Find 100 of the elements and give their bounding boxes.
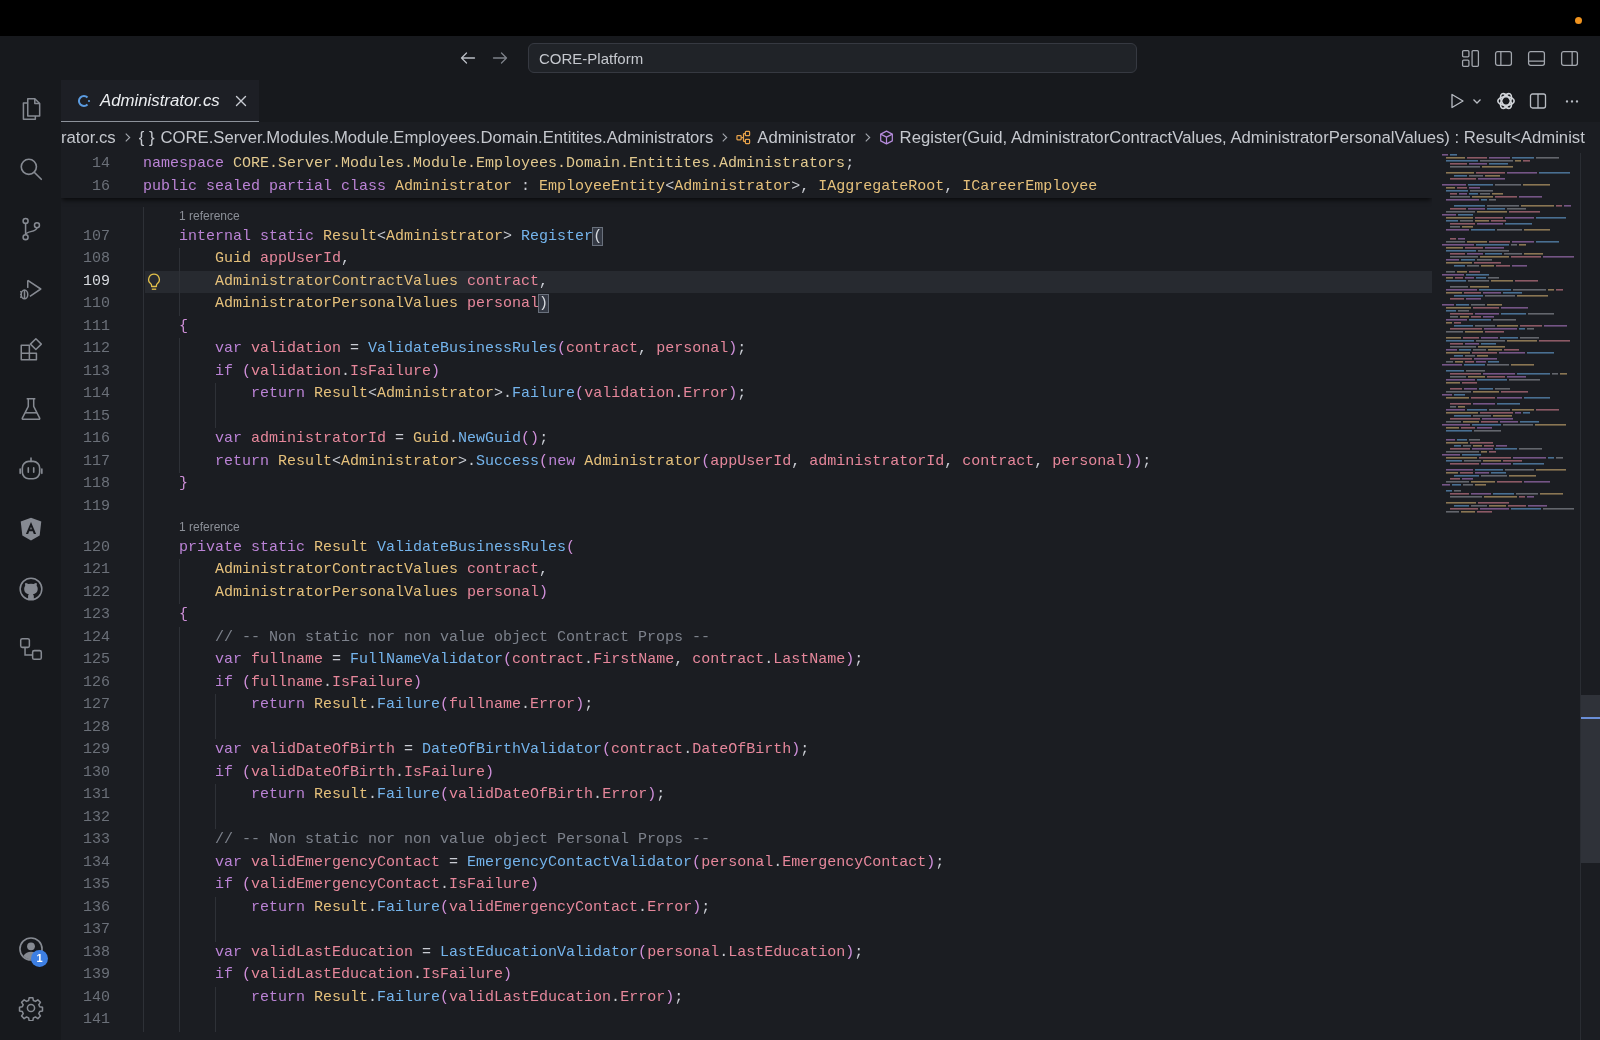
braces-icon: { } — [138, 127, 155, 148]
code-line: var validDateOfBirth = DateOfBirthValidator(contract.DateOfBirth); — [215, 740, 810, 761]
code-line: var fullname = FullNameValidator(contract.FirstName, contract.LastName); — [215, 650, 864, 671]
cat-circle-icon[interactable] — [17, 576, 44, 602]
code-line: return Result.Failure(fullname.Error); — [251, 695, 594, 716]
line-number: 136 — [82, 897, 110, 918]
line-number: 120 — [82, 537, 110, 558]
code-line: Guid appUserId, — [215, 249, 351, 270]
class-symbol-icon — [736, 130, 752, 145]
code-line: AdministratorPersonalValues personal) — [215, 294, 549, 315]
close-icon[interactable] — [235, 95, 247, 107]
line-number: 125 — [82, 650, 110, 671]
reference-count-link[interactable]: 1 reference — [179, 520, 240, 535]
code-line: if (validLastEducation.IsFailure) — [215, 965, 513, 986]
breadcrumb[interactable]: Administrator — [736, 127, 856, 148]
connected-squares-icon[interactable] — [17, 636, 44, 662]
robot-icon[interactable] — [17, 456, 44, 482]
panel-bottom-icon[interactable] — [1527, 48, 1546, 68]
code-line: private static Result ValidateBusinessRules( — [179, 537, 576, 558]
code-line: return Result.Failure(validEmergencyContact.Error); — [251, 897, 711, 918]
line-number: 121 — [82, 560, 110, 581]
more-icon[interactable] — [1564, 98, 1580, 104]
line-number: 111 — [82, 316, 110, 337]
chevron-right-icon — [123, 132, 131, 143]
code-line: if (fullname.IsFailure) — [215, 672, 423, 693]
code-line: return Result<Administrator>.Failure(validation.Error); — [251, 384, 747, 405]
line-number: 107 — [82, 226, 110, 247]
code-line: // -- Non static nor non value object Personal Props -- — [215, 830, 711, 851]
line-number: 135 — [82, 875, 110, 896]
lightbulb-icon[interactable] — [146, 272, 162, 291]
code-line: { — [179, 316, 188, 337]
command-center[interactable]: CORE-Platform — [528, 43, 1137, 73]
sidebar-right-icon[interactable] — [1560, 48, 1579, 68]
line-number: 122 — [82, 582, 110, 603]
code-line: var administratorId = Guid.NewGuid(); — [215, 429, 549, 450]
line-number: 114 — [82, 384, 110, 405]
code-line: } — [179, 474, 188, 495]
count-badge: 1 — [31, 949, 48, 967]
line-number: 123 — [82, 605, 110, 626]
code-line: if (validDateOfBirth.IsFailure) — [215, 762, 495, 783]
settings-icon[interactable] — [17, 995, 44, 1021]
chevron-right-icon — [863, 132, 871, 143]
line-number: 127 — [82, 695, 110, 716]
line-number: 131 — [82, 785, 110, 806]
line-number: 108 — [82, 249, 110, 270]
line-number: 115 — [82, 406, 110, 427]
layout-icon[interactable] — [1461, 48, 1480, 68]
chevron-right-icon — [721, 132, 729, 143]
cursor-mark — [1581, 717, 1600, 719]
forward-arrow-icon[interactable] — [492, 50, 508, 66]
caret-icon[interactable] — [1472, 96, 1482, 106]
code-line: internal static Result<Administrator> Register( — [179, 226, 603, 247]
line-number: 16 — [91, 176, 110, 197]
line-number: 116 — [82, 429, 110, 450]
line-number: 112 — [82, 339, 110, 360]
reference-count-link[interactable]: 1 reference — [179, 209, 240, 224]
line-number: 109 — [82, 271, 110, 292]
line-number: 129 — [82, 740, 110, 761]
line-number: 124 — [82, 627, 110, 648]
rosette-icon[interactable] — [1496, 91, 1516, 111]
line-number: 113 — [82, 361, 110, 382]
play-icon[interactable] — [1448, 92, 1466, 110]
line-number: 132 — [82, 807, 110, 828]
code-line: namespace CORE.Server.Modules.Module.Employees.Domain.Entitites.Administrators; — [143, 154, 855, 175]
blocks-icon[interactable] — [17, 336, 44, 362]
line-number: 134 — [82, 852, 110, 873]
file-type-icon — [77, 94, 91, 108]
code-line: if (validation.IsFailure) — [215, 361, 441, 382]
code-line: var validLastEducation = LastEducationValidator(personal.LastEducation); — [215, 942, 864, 963]
line-number: 133 — [82, 830, 110, 851]
line-number: 139 — [82, 965, 110, 986]
search-icon[interactable] — [17, 156, 44, 182]
line-number: 138 — [82, 942, 110, 963]
cube-icon — [878, 130, 894, 145]
split-editor-icon[interactable] — [1529, 92, 1547, 110]
line-number: 14 — [91, 154, 110, 174]
line-number: 128 — [82, 717, 110, 738]
breadcrumb[interactable]: rator.cs — [61, 127, 116, 148]
code-line: AdministratorPersonalValues personal) — [215, 582, 549, 603]
code-line: var validEmergencyContact = EmergencyContactValidator(personal.EmergencyContact); — [215, 852, 945, 873]
code-line: var validation = ValidateBusinessRules(contract, personal); — [215, 339, 747, 360]
code-line: return Result.Failure(validLastEducation.Error); — [251, 987, 684, 1008]
code-line: return Result.Failure(validDateOfBirth.Error); — [251, 785, 666, 806]
code-line: // -- Non static nor non value object Contract Props -- — [215, 627, 711, 648]
code-line: return Result<Administrator>.Success(new Administrator(appUserId, administratorId, contract, personal)); — [215, 451, 1152, 472]
scrollbar-thumb[interactable] — [1581, 695, 1600, 863]
line-number: 137 — [82, 920, 110, 941]
back-arrow-icon[interactable] — [460, 50, 476, 66]
line-number: 130 — [82, 762, 110, 783]
breadcrumb[interactable]: Register(Guid, AdministratorContractValues, AdministratorPersonalValues) : Result<Administ — [878, 127, 1585, 148]
line-number: 126 — [82, 672, 110, 693]
line-number: 117 — [82, 451, 110, 472]
line-number: 110 — [82, 294, 110, 315]
line-number: 119 — [82, 496, 110, 517]
code-line: { — [179, 605, 188, 626]
sidebar-left-icon[interactable] — [1494, 48, 1513, 68]
editor-tab[interactable]: Administrator.cs — [61, 80, 259, 122]
line-number: 141 — [82, 1010, 110, 1031]
code-line: AdministratorContractValues contract, — [215, 560, 549, 581]
breadcrumb[interactable]: { } CORE.Server.Modules.Module.Employees.Domain.Entitites.Administrators — [138, 127, 714, 148]
